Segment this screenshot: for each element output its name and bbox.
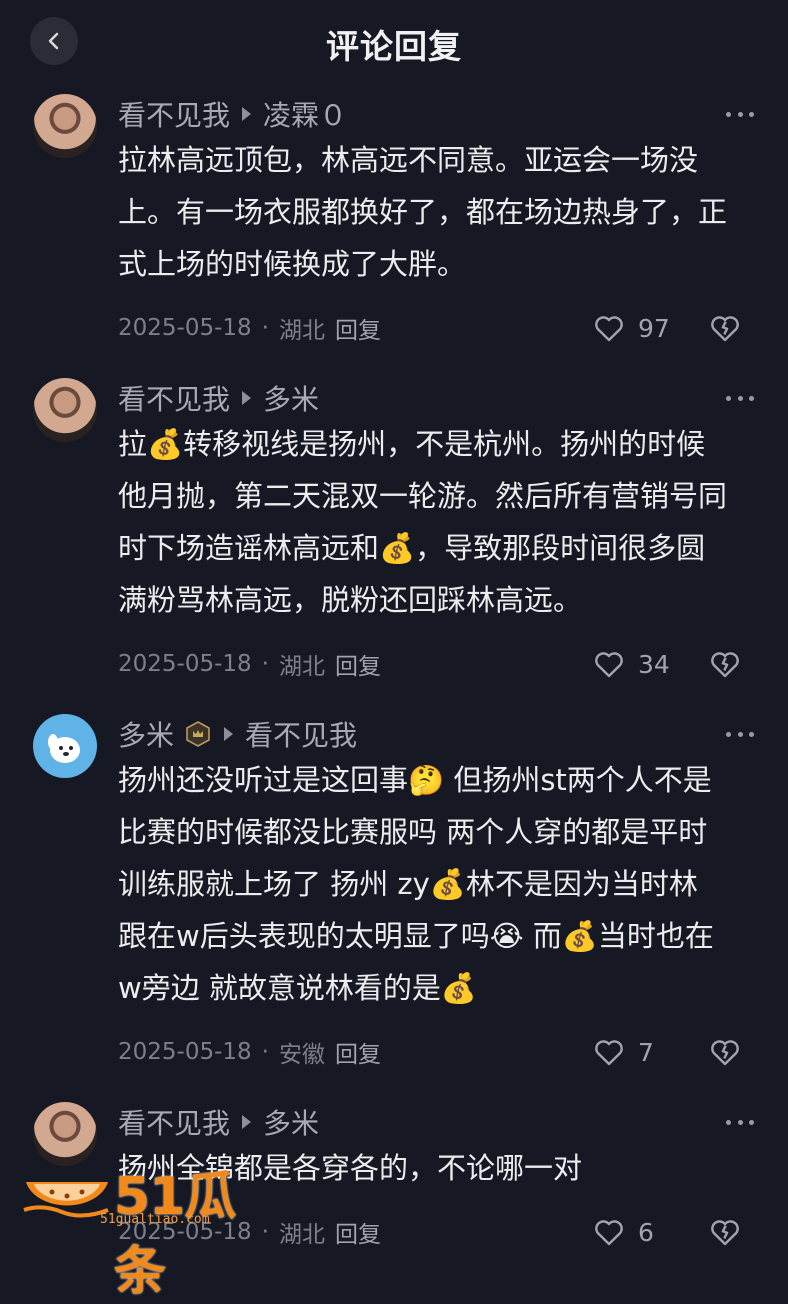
comment-actions: 6 [592, 1212, 742, 1252]
avatar[interactable] [33, 714, 97, 778]
avatar[interactable] [33, 1102, 97, 1166]
reply-arrow-icon [242, 107, 252, 121]
more-button[interactable] [726, 386, 754, 410]
comment-date: 2025-05-18 [118, 315, 252, 341]
comment-meta: 2025-05-18 · 湖北 回复 [118, 644, 381, 684]
more-button[interactable] [726, 1110, 754, 1134]
page-title: 评论回复 [326, 27, 462, 66]
reply-to-username[interactable]: 看不见我 [245, 714, 357, 754]
comment-actions: 7 [592, 1032, 742, 1072]
reply-button[interactable]: 回复 [335, 311, 381, 345]
username[interactable]: 看不见我 [118, 378, 230, 418]
comment-text: 拉林高远顶包，林高远不同意。亚运会一场没 上。有一场衣服都换好了，都在场边热身了… [118, 143, 728, 281]
comment-location: 湖北 [278, 654, 325, 680]
comment-item: 看不见我 多米 拉💰转移视线是扬州，不是杭州。扬州的时候 他月抛，第二天混双一轮… [0, 378, 788, 698]
reply-arrow-icon [224, 727, 234, 741]
rank-badge-icon [184, 720, 212, 748]
like-count: 7 [638, 1037, 654, 1067]
reply-arrow-icon [242, 391, 252, 405]
comment-date: 2025-05-18 [118, 1219, 252, 1245]
like-count: 34 [638, 649, 670, 679]
heart-icon[interactable] [592, 1215, 626, 1249]
comment-location: 湖北 [278, 318, 325, 344]
comment-actions: 34 [592, 644, 742, 684]
comment-date: 2025-05-18 [118, 651, 252, 677]
comment-text: 扬州还没听过是这回事🤔 但扬州st两个人不是 比赛的时候都没比赛服吗 两个人穿的… [118, 763, 714, 1005]
comment-location: 湖北 [278, 1222, 325, 1248]
reply-arrow-icon [242, 1115, 252, 1129]
username[interactable]: 多米 [118, 714, 174, 754]
like-count: 97 [638, 313, 670, 343]
comment-item: 看不见我 多米 扬州全锦都是各穿各的，不论哪一对 2025-05-18 · 湖北… [0, 1102, 788, 1272]
dog-avatar-icon [48, 734, 80, 763]
like-count: 6 [638, 1217, 654, 1247]
reply-to-username[interactable]: 凌霖０ [263, 94, 347, 134]
more-button[interactable] [726, 102, 754, 126]
comment-item: 多米 看不见我 扬州还没听过是这回事🤔 但扬州st两个人不是 比赛的时候都没比赛… [0, 714, 788, 1090]
broken-heart-icon[interactable] [708, 1215, 742, 1249]
comment-header: 看不见我 凌霖０ [118, 94, 347, 134]
comment-meta: 2025-05-18 · 湖北 回复 [118, 308, 381, 348]
top-bar: 评论回复 [0, 0, 788, 84]
reply-button[interactable]: 回复 [335, 647, 381, 681]
broken-heart-icon[interactable] [708, 1035, 742, 1069]
heart-icon[interactable] [592, 647, 626, 681]
reply-button[interactable]: 回复 [335, 1035, 381, 1069]
reply-to-username[interactable]: 多米 [263, 1102, 319, 1142]
more-button[interactable] [726, 722, 754, 746]
avatar[interactable] [33, 94, 97, 158]
username[interactable]: 看不见我 [118, 94, 230, 134]
comment-actions: 97 [592, 308, 742, 348]
username[interactable]: 看不见我 [118, 1102, 230, 1142]
comment-item: 看不见我 凌霖０ 拉林高远顶包，林高远不同意。亚运会一场没 上。有一场衣服都换好… [0, 94, 788, 364]
comment-date: 2025-05-18 [118, 1039, 252, 1065]
comment-text: 扬州全锦都是各穿各的，不论哪一对 [118, 1151, 583, 1185]
avatar[interactable] [33, 378, 97, 442]
comment-location: 安徽 [278, 1042, 325, 1068]
comment-meta: 2025-05-18 · 安徽 回复 [118, 1032, 381, 1072]
reply-button[interactable]: 回复 [335, 1215, 381, 1249]
broken-heart-icon[interactable] [708, 647, 742, 681]
comment-header: 看不见我 多米 [118, 378, 319, 418]
reply-to-username[interactable]: 多米 [263, 378, 319, 418]
heart-icon[interactable] [592, 311, 626, 345]
comment-header: 看不见我 多米 [118, 1102, 319, 1142]
comment-header: 多米 看不见我 [118, 714, 357, 754]
heart-icon[interactable] [592, 1035, 626, 1069]
comment-meta: 2025-05-18 · 湖北 回复 [118, 1212, 381, 1252]
broken-heart-icon[interactable] [708, 311, 742, 345]
comment-text: 拉💰转移视线是扬州，不是杭州。扬州的时候 他月抛，第二天混双一轮游。然后所有营销… [118, 427, 728, 617]
